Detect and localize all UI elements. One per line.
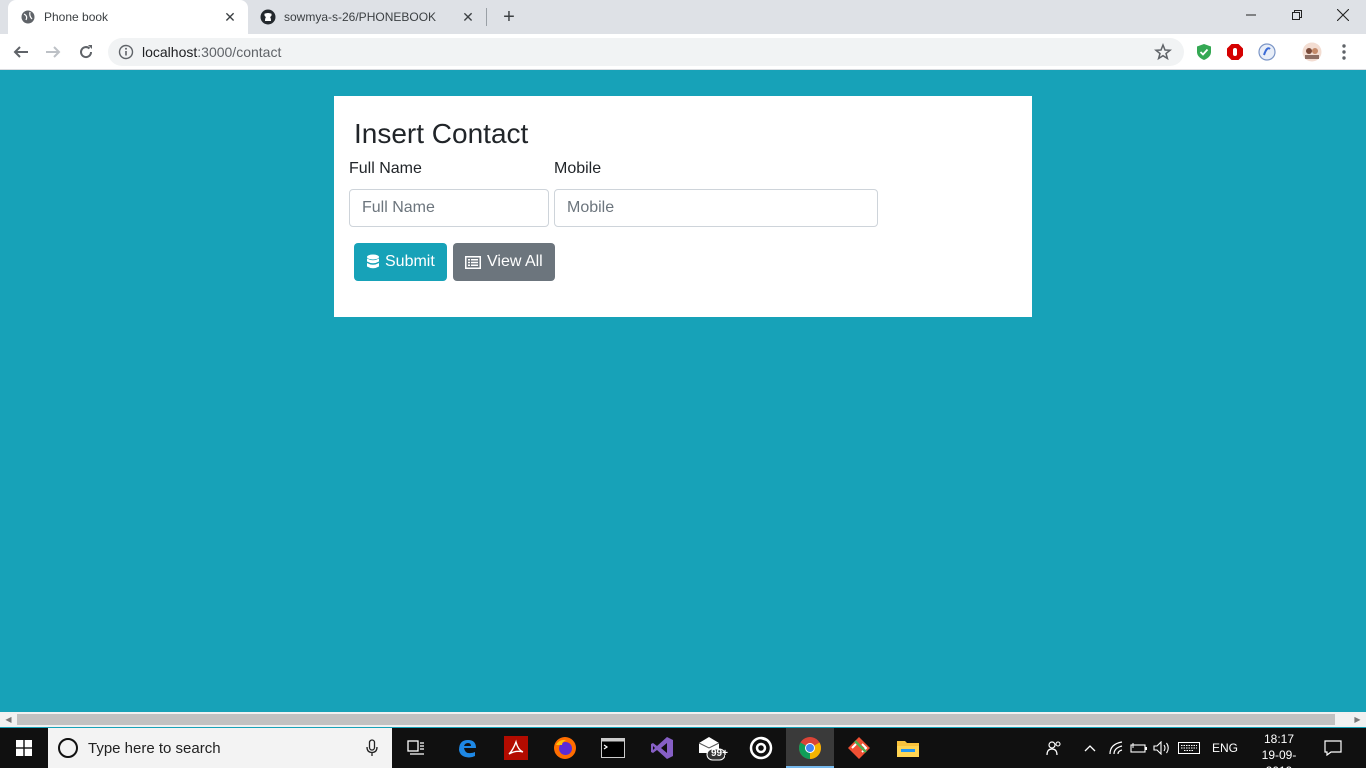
url-host: localhost <box>142 44 198 60</box>
shield-extension-icon[interactable] <box>1194 42 1214 62</box>
full-name-input[interactable] <box>349 189 549 227</box>
chrome-icon[interactable] <box>786 728 834 768</box>
scroll-right-arrow-icon[interactable]: ▶ <box>1349 712 1366 727</box>
full-name-label: Full Name <box>349 160 422 177</box>
acrobat-icon[interactable] <box>492 728 540 768</box>
taskbar-search-box[interactable]: Type here to search <box>48 728 392 768</box>
tab-phone-book[interactable]: Phone book ✕ <box>8 0 248 34</box>
submit-button-label: Submit <box>385 253 435 270</box>
browser-toolbar: localhost:3000/contact <box>0 34 1366 70</box>
windows-taskbar: Type here to search 99+ ENG 18:17 19-09- <box>0 728 1366 768</box>
mobile-label: Mobile <box>554 160 602 177</box>
git-icon[interactable] <box>835 728 883 768</box>
forward-arrow-icon[interactable] <box>41 40 65 64</box>
submit-button[interactable]: Submit <box>354 243 447 281</box>
tab-title: Phone book <box>44 10 109 24</box>
terminal-icon[interactable] <box>589 728 637 768</box>
chevron-up-icon[interactable] <box>1084 728 1098 768</box>
clock-date: 19-09-2019 <box>1261 748 1297 768</box>
back-arrow-icon[interactable] <box>9 40 33 64</box>
profile-avatar-icon[interactable] <box>1302 42 1322 62</box>
scrollbar-thumb[interactable] <box>17 714 1335 725</box>
task-view-icon[interactable] <box>392 728 440 768</box>
people-icon[interactable] <box>1046 728 1064 768</box>
battery-icon[interactable] <box>1130 728 1148 768</box>
keyboard-icon[interactable] <box>1178 728 1202 768</box>
cortana-icon <box>58 738 78 758</box>
microphone-icon[interactable] <box>366 739 378 757</box>
tab-github[interactable]: sowmya-s-26/PHONEBOOK ✕ <box>248 0 486 34</box>
url-path: :3000/contact <box>197 44 282 60</box>
firefox-icon[interactable] <box>541 728 589 768</box>
horizontal-scrollbar[interactable]: ◀ ▶ <box>0 712 1366 727</box>
page-title: Insert Contact <box>354 118 529 149</box>
visual-studio-icon[interactable] <box>638 728 686 768</box>
mail-icon[interactable]: 99+ <box>687 728 735 768</box>
close-tab-icon[interactable]: ✕ <box>222 9 238 25</box>
database-icon <box>366 254 380 270</box>
new-tab-plus-icon[interactable]: + <box>498 6 520 28</box>
table-list-icon <box>465 254 482 270</box>
scroll-left-arrow-icon[interactable]: ◀ <box>0 712 17 727</box>
minimize-icon[interactable] <box>1228 0 1274 30</box>
info-icon[interactable] <box>118 44 134 60</box>
url-text: localhost:3000/contact <box>142 44 281 60</box>
groove-music-icon[interactable] <box>737 728 785 768</box>
reload-icon[interactable] <box>74 40 98 64</box>
restore-icon[interactable] <box>1274 0 1320 30</box>
stop-extension-icon[interactable] <box>1225 42 1245 62</box>
sync-extension-icon[interactable] <box>1257 42 1277 62</box>
insert-contact-card: Insert Contact Full Name Mobile Submit V… <box>334 96 1032 317</box>
taskbar-search-placeholder: Type here to search <box>88 739 221 757</box>
clock-time: 18:17 <box>1263 732 1295 746</box>
file-explorer-icon[interactable] <box>884 728 932 768</box>
taskbar-clock[interactable]: 18:17 19-09-2019 <box>1256 731 1302 768</box>
globe-icon <box>20 9 36 25</box>
wifi-icon[interactable] <box>1108 728 1126 768</box>
notifications-icon[interactable] <box>1324 728 1344 768</box>
windows-start-icon[interactable] <box>0 728 48 768</box>
close-tab-icon[interactable]: ✕ <box>460 9 476 25</box>
github-icon <box>260 9 276 25</box>
browser-tab-strip: Phone book ✕ sowmya-s-26/PHONEBOOK ✕ + <box>0 0 1366 34</box>
view-all-button[interactable]: View All <box>453 243 555 281</box>
close-window-icon[interactable] <box>1320 0 1366 30</box>
tab-separator <box>486 8 487 26</box>
mobile-input[interactable] <box>554 189 878 227</box>
edge-icon[interactable] <box>443 728 491 768</box>
menu-dots-icon[interactable] <box>1334 42 1354 62</box>
bookmark-star-icon[interactable] <box>1154 42 1172 61</box>
mail-badge: 99+ <box>711 748 728 759</box>
volume-icon[interactable] <box>1153 728 1171 768</box>
address-bar[interactable]: localhost:3000/contact <box>108 38 1184 66</box>
language-indicator[interactable]: ENG <box>1212 728 1242 768</box>
tab-title: sowmya-s-26/PHONEBOOK <box>284 10 437 24</box>
view-all-button-label: View All <box>487 253 543 270</box>
